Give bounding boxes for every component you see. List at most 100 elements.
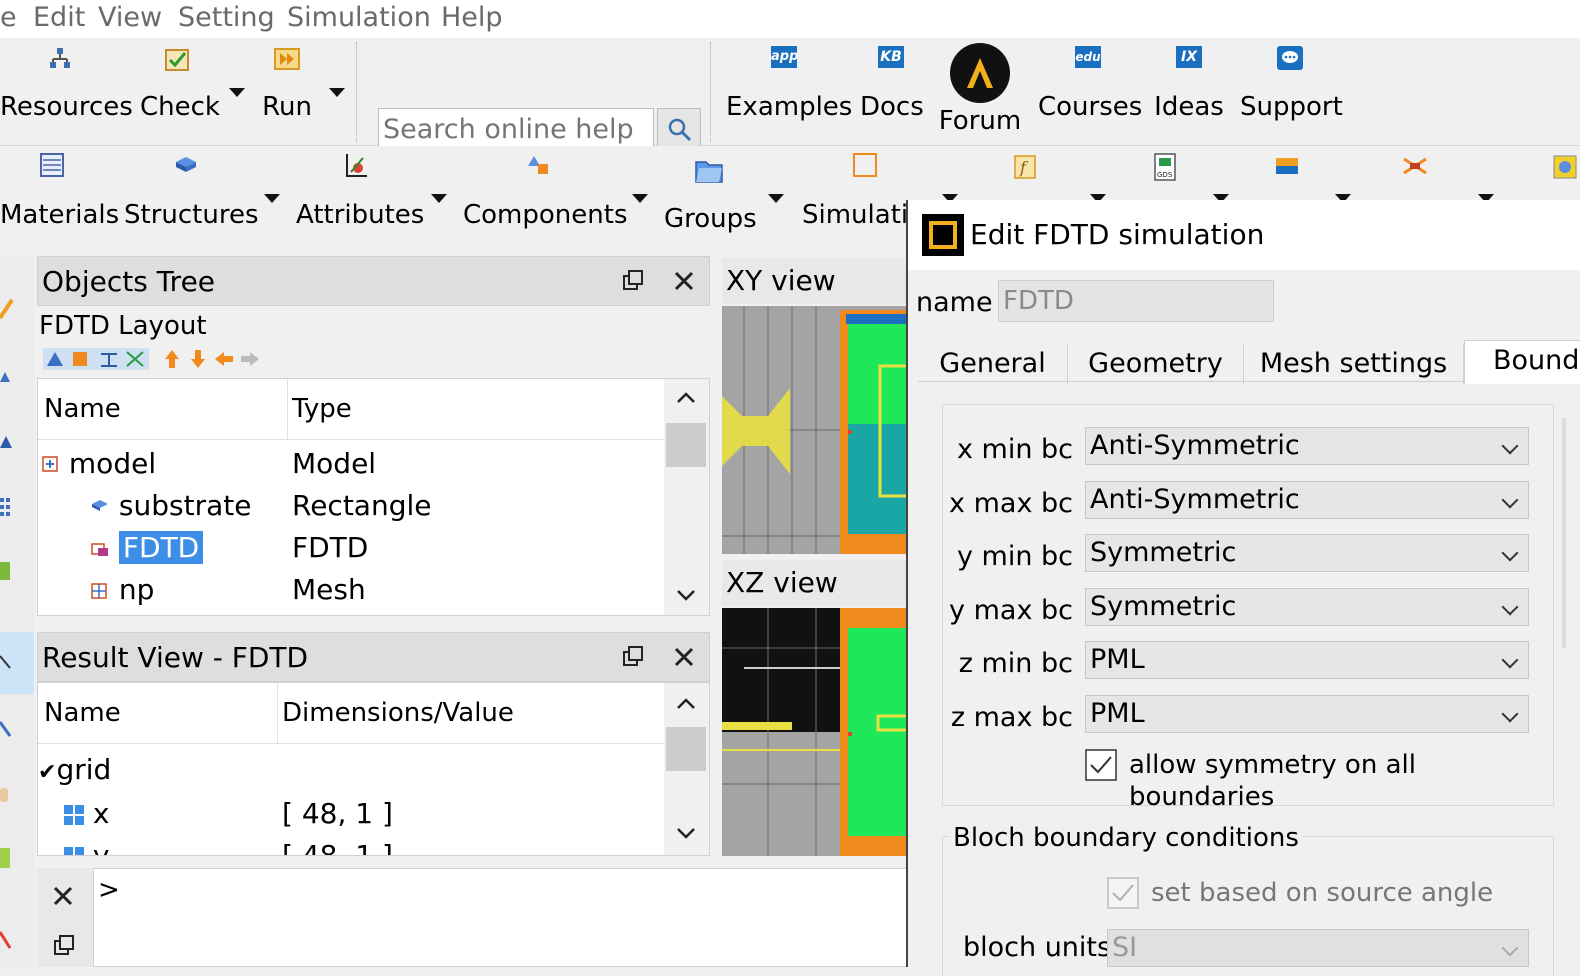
- menu-edit[interactable]: Edit: [33, 0, 85, 36]
- pan-hand-icon[interactable]: [0, 782, 14, 808]
- examples-button[interactable]: app Examples: [726, 46, 852, 122]
- search-button[interactable]: [657, 108, 701, 150]
- run-dropdown-arrow[interactable]: [329, 88, 345, 97]
- menu-setting[interactable]: Setting: [178, 0, 275, 36]
- scroll-thumb[interactable]: [666, 727, 706, 771]
- scroll-thumb[interactable]: [666, 423, 706, 467]
- toolbar-separator-2: [710, 42, 711, 142]
- tab-boundary-conditions[interactable]: Bound: [1464, 340, 1580, 384]
- scroll-down-icon[interactable]: [674, 587, 698, 603]
- tree-scrollbar[interactable]: [664, 379, 709, 615]
- groups-button[interactable]: Groups: [664, 156, 757, 234]
- components-button[interactable]: Components: [463, 152, 628, 230]
- result-row-grid[interactable]: ✔grid: [38, 749, 111, 794]
- xy-view-canvas[interactable]: [722, 306, 908, 554]
- tree-row-np[interactable]: np: [90, 569, 154, 611]
- script-console[interactable]: >: [93, 868, 908, 967]
- tree-row-model[interactable]: model: [42, 443, 156, 485]
- ruler-tool-icon[interactable]: [0, 846, 14, 870]
- objects-tree-toolbar: FDTD Layout: [37, 306, 710, 378]
- y-min-bc-select[interactable]: Symmetric: [1085, 534, 1529, 572]
- tree-tool-icons[interactable]: [43, 348, 149, 370]
- support-label: Support: [1240, 92, 1343, 122]
- ideas-button[interactable]: IX Ideas: [1154, 46, 1224, 122]
- undock-icon[interactable]: [622, 269, 644, 291]
- chevron-down-icon: [1501, 651, 1519, 669]
- support-button[interactable]: Support: [1240, 46, 1343, 122]
- attributes-button[interactable]: Attributes: [296, 152, 424, 230]
- expand-icon[interactable]: [42, 456, 60, 474]
- tab-mesh-settings[interactable]: Mesh settings: [1244, 344, 1464, 384]
- structures-button[interactable]: Structures: [124, 152, 259, 230]
- menu-help[interactable]: Help: [441, 0, 503, 36]
- check-button[interactable]: Check: [140, 46, 220, 122]
- resources-button[interactable]: Resources: [0, 46, 133, 122]
- x-min-bc-select[interactable]: Anti-Symmetric: [1085, 427, 1529, 465]
- result-col-value-header[interactable]: Dimensions/Value: [278, 683, 664, 744]
- dialog-scrollbar[interactable]: [1562, 418, 1566, 648]
- allow-symmetry-checkbox[interactable]: [1085, 749, 1117, 781]
- docs-button[interactable]: KB Docs: [860, 46, 924, 122]
- move-arrows-icons[interactable]: [163, 348, 263, 370]
- pencil-tool-icon[interactable]: [0, 296, 14, 320]
- xz-view-canvas[interactable]: [722, 608, 908, 856]
- menu-view[interactable]: View: [98, 0, 162, 36]
- analysis-icon[interactable]: f: [1012, 154, 1038, 180]
- grid-tool-icon[interactable]: [0, 496, 14, 520]
- menu-simulation[interactable]: Simulation: [287, 0, 431, 36]
- forum-button[interactable]: Forum: [938, 42, 1022, 136]
- attributes-dropdown-arrow[interactable]: [431, 194, 447, 203]
- close-icon[interactable]: [672, 269, 696, 293]
- menu-file[interactable]: e: [0, 0, 17, 36]
- components-icon: [528, 156, 548, 174]
- search-input[interactable]: [378, 108, 654, 150]
- tab-general[interactable]: General: [918, 344, 1068, 384]
- close-icon[interactable]: [51, 884, 75, 908]
- expanded-check-icon[interactable]: ✔: [38, 760, 56, 785]
- materials-button[interactable]: Materials: [0, 152, 119, 230]
- select-value: Anti-Symmetric: [1090, 430, 1300, 461]
- measure-tool-icon[interactable]: [0, 924, 14, 952]
- z-max-bc-select[interactable]: PML: [1085, 695, 1529, 733]
- result-row-x[interactable]: x: [64, 793, 109, 835]
- result-row-y[interactable]: y: [64, 835, 109, 855]
- groups-dropdown-arrow[interactable]: [768, 194, 784, 203]
- undock-icon[interactable]: [53, 934, 75, 956]
- delete-tool-icon[interactable]: [0, 558, 14, 582]
- col-name-header[interactable]: Name: [38, 379, 288, 440]
- port-icon[interactable]: [1402, 156, 1428, 176]
- scroll-up-icon[interactable]: [674, 389, 698, 405]
- structures-label: Structures: [124, 200, 259, 230]
- more-tools-icon[interactable]: [1552, 154, 1580, 180]
- x-max-bc-select[interactable]: Anti-Symmetric: [1085, 481, 1529, 519]
- gds-import-icon[interactable]: GDS: [1152, 152, 1178, 182]
- name-field[interactable]: FDTD: [998, 280, 1274, 322]
- check-dropdown-arrow[interactable]: [229, 88, 245, 97]
- scroll-down-icon[interactable]: [674, 825, 698, 841]
- set-based-checkbox[interactable]: [1107, 877, 1139, 909]
- run-button[interactable]: Run: [262, 46, 312, 122]
- layer-builder-icon[interactable]: [1274, 156, 1300, 176]
- tab-geometry[interactable]: Geometry: [1068, 344, 1244, 384]
- tree-row-substrate[interactable]: substrate: [90, 485, 251, 527]
- close-icon[interactable]: [672, 645, 696, 669]
- z-min-bc-select[interactable]: PML: [1085, 641, 1529, 679]
- y-max-bc-select[interactable]: Symmetric: [1085, 588, 1529, 626]
- result-col-name-header[interactable]: Name: [38, 683, 278, 744]
- prism-tool-icon[interactable]: [0, 432, 14, 452]
- components-dropdown-arrow[interactable]: [632, 194, 648, 203]
- scroll-up-icon[interactable]: [674, 695, 698, 711]
- tree-row-fdtd[interactable]: FDTD: [90, 527, 204, 569]
- undock-icon[interactable]: [622, 645, 644, 667]
- result-item-label: grid: [56, 753, 112, 786]
- simulation-button[interactable]: Simulatic: [802, 152, 906, 230]
- col-type-header[interactable]: Type: [288, 379, 664, 440]
- bloch-units-select[interactable]: SI: [1107, 929, 1529, 967]
- zoom-tool-icon[interactable]: [0, 716, 14, 742]
- resources-icon: [50, 48, 70, 68]
- courses-button[interactable]: edu Courses: [1038, 46, 1142, 122]
- triangle-tool-icon[interactable]: [0, 366, 14, 386]
- result-scrollbar[interactable]: [664, 683, 709, 855]
- select-tool-active[interactable]: [0, 632, 34, 694]
- structures-dropdown-arrow[interactable]: [264, 194, 280, 203]
